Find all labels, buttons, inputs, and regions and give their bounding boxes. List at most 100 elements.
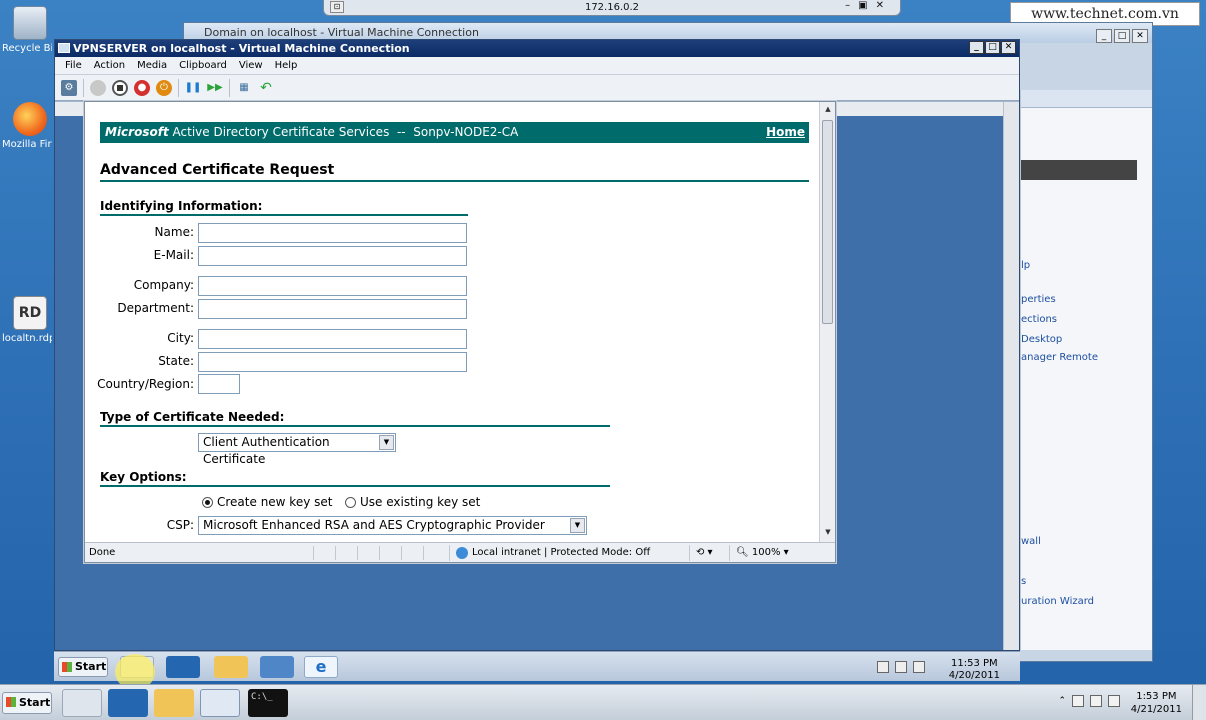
create-new-key-radio[interactable]: Create new key set [202,495,332,509]
ie-browser-window[interactable]: Microsoft Active Directory Certificate S… [84,101,836,563]
desktop-icon-label: Recycle Bin [2,43,52,54]
security-icon[interactable] [423,545,449,560]
pin-icon[interactable]: ⊡ [330,1,344,13]
guest-taskbar: Start e 11:53 PM 4/20/2011 [54,651,1020,681]
flag-icon[interactable] [1072,695,1084,707]
firefox-desktop-icon[interactable]: Mozilla Firefox [2,102,58,150]
home-link[interactable]: Home [766,122,805,143]
zone-text: Local intranet | Protected Mode: Off [472,547,651,558]
host-clock-date: 4/21/2011 [1130,704,1182,715]
panel-link[interactable]: lp [1021,260,1030,271]
key-options-heading: Key Options: [100,470,187,484]
department-input[interactable] [198,299,467,319]
volume-icon[interactable] [1108,695,1120,707]
panel-link[interactable]: anager Remote [1021,352,1098,363]
radio-unchecked-icon[interactable] [345,496,356,508]
host-start-button[interactable]: Start [2,692,52,714]
ctrl-alt-del-icon[interactable]: ⚙ [61,79,77,96]
protected-mode-icon[interactable]: ⟲ ▾ [689,544,729,561]
company-input[interactable] [198,276,467,296]
recycle-bin-desktop-icon[interactable]: Recycle Bin [2,6,58,54]
name-input[interactable] [198,223,467,243]
vm-window-controls: _ □ ✕ [969,41,1016,54]
scroll-down-icon[interactable]: ▼ [823,528,833,540]
network-icon[interactable] [1090,695,1102,707]
network-icon[interactable] [895,661,907,673]
city-input[interactable] [198,329,467,349]
panel-link[interactable]: wall [1021,536,1041,547]
powershell-taskbar-icon[interactable] [166,656,200,678]
panel-link[interactable]: s [1021,576,1026,587]
panel-link[interactable]: uration Wizard [1021,596,1094,607]
chevron-down-icon[interactable]: ▼ [570,518,585,533]
vm-menu-bar: File Action Media Clipboard View Help [55,57,1019,75]
menu-clipboard[interactable]: Clipboard [173,60,233,71]
menu-help[interactable]: Help [269,60,304,71]
powershell-taskbar-icon[interactable] [108,689,148,717]
zoom-control[interactable]: 🔍︎ 100% ▾ [729,544,789,561]
menu-media[interactable]: Media [131,60,173,71]
close-icon[interactable]: ✕ [1001,41,1016,54]
maximize-icon[interactable]: □ [985,41,1000,54]
host-clock[interactable]: 1:53 PM 4/21/2011 [1131,690,1182,716]
menu-action[interactable]: Action [88,60,131,71]
csp-select[interactable]: Microsoft Enhanced RSA and AES Cryptogra… [198,516,587,535]
menu-file[interactable]: File [59,60,88,71]
ie-status-bar: Done Local intranet | Protected Mode: Of… [85,542,835,562]
panel-link[interactable]: Desktop [1021,334,1062,345]
country-input[interactable] [198,374,240,394]
chevron-down-icon[interactable]: ▼ [379,435,394,450]
pause-icon[interactable]: ❚❚ [185,80,202,96]
show-hidden-icons[interactable]: ⌃ [1058,696,1066,706]
save-icon[interactable]: ⏻ [156,79,172,96]
use-existing-key-radio[interactable]: Use existing key set [345,495,480,509]
remote-desktop-icon: RD [13,296,47,330]
close-icon[interactable]: ✕ [1132,29,1148,43]
volume-icon[interactable] [913,661,925,673]
guest-scrollbar[interactable] [1003,102,1019,650]
cert-type-select[interactable]: Client Authentication Certificate ▼ [198,433,396,466]
vm-title-bar[interactable]: VPNSERVER on localhost - Virtual Machine… [55,40,1019,57]
start-icon[interactable] [90,79,106,96]
ie-taskbar-icon[interactable]: e [304,656,338,678]
email-input[interactable] [198,246,467,266]
host-tray: ⌃ [1058,695,1120,707]
turn-off-icon[interactable] [112,79,128,96]
flag-icon[interactable] [877,661,889,673]
remote-bar-controls[interactable]: –▣✕ [845,0,892,11]
panel-link[interactable]: ections [1021,314,1057,325]
section-rule [100,214,468,216]
menu-view[interactable]: View [233,60,269,71]
host-taskbar: Start C:\_ ⌃ 1:53 PM 4/21/2011 [0,684,1206,720]
minimize-icon[interactable]: _ [969,41,984,54]
explorer-taskbar-icon[interactable] [214,656,248,678]
resume-icon[interactable]: ▶▶ [207,80,223,96]
scroll-up-icon[interactable]: ▲ [823,105,833,117]
panel-link[interactable]: perties [1021,294,1056,305]
minimize-icon[interactable]: _ [1096,29,1112,43]
firefox-icon [13,102,47,136]
hyperv-manager-taskbar-icon[interactable] [200,689,240,717]
radio-checked-icon[interactable] [202,496,213,508]
network-taskbar-icon[interactable] [260,656,294,678]
desktop-icon-label: localtn.rdp [2,333,52,344]
command-prompt-taskbar-icon[interactable]: C:\_ [248,689,288,717]
ie-vertical-scrollbar[interactable]: ▲ ▼ [819,102,835,542]
show-desktop-button[interactable] [1192,685,1206,720]
section-rule [100,425,610,427]
revert-icon[interactable]: ↶ [258,80,274,96]
company-label: Company: [133,278,194,292]
guest-clock[interactable]: 11:53 PM 4/20/2011 [949,658,1000,682]
explorer-taskbar-icon[interactable] [154,689,194,717]
maximize-icon[interactable]: □ [1114,29,1130,43]
snapshot-icon[interactable]: ▦ [236,80,252,96]
shut-down-icon[interactable]: ● [134,79,150,96]
zoom-value: 100% [751,547,781,558]
state-input[interactable] [198,352,467,372]
security-zone[interactable]: Local intranet | Protected Mode: Off [449,544,689,561]
server-manager-taskbar-icon[interactable] [62,689,102,717]
guest-start-button[interactable]: Start [58,657,108,677]
rdp-file-desktop-icon[interactable]: RD localtn.rdp [2,296,58,344]
email-label: E-Mail: [153,248,194,262]
scroll-thumb[interactable] [822,120,833,324]
